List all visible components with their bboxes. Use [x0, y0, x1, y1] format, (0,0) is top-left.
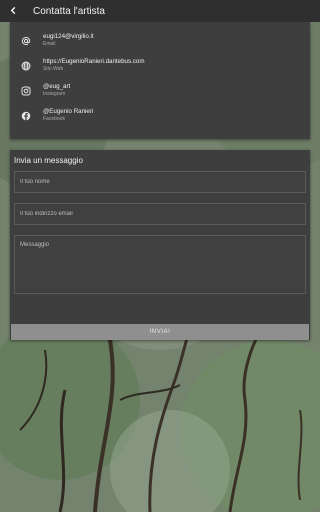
form-title: Invia un messaggio	[14, 156, 83, 165]
contact-instagram-value: @eug_art	[43, 83, 71, 91]
contact-row-instagram[interactable]: @eug_art Instagram	[10, 78, 310, 103]
contact-facebook-label: Facebook	[43, 115, 65, 122]
at-icon	[20, 35, 32, 47]
contact-row-website[interactable]: https://EugenioRanieri.dantebus.com Sito…	[10, 53, 310, 78]
contact-website-value: https://EugenioRanieri.dantebus.com	[43, 58, 145, 66]
instagram-icon	[20, 85, 32, 97]
page-title: Contatta l'artista	[33, 5, 105, 17]
facebook-icon	[20, 110, 32, 122]
email-input[interactable]	[14, 203, 306, 225]
message-form-card: Invia un messaggio	[10, 150, 310, 340]
globe-icon	[20, 60, 32, 72]
arrow-left-icon	[9, 2, 18, 20]
contact-facebook-value: @Eugenio Ranieri	[43, 108, 94, 116]
contact-email-value: eugi124@virgilio.it	[43, 33, 94, 41]
name-input[interactable]	[14, 171, 306, 193]
contact-row-email[interactable]: eugi124@virgilio.it Email	[10, 28, 310, 53]
message-textarea[interactable]	[14, 235, 306, 294]
send-button[interactable]: INVIA!	[11, 324, 309, 340]
top-app-bar: Contatta l'artista	[0, 0, 320, 22]
contact-website-label: Sito Web	[43, 65, 64, 72]
back-button[interactable]	[0, 0, 26, 22]
contact-instagram-label: Instagram	[43, 90, 66, 97]
contact-email-label: Email	[43, 40, 56, 47]
contact-row-facebook[interactable]: @Eugenio Ranieri Facebook	[10, 103, 310, 128]
contact-info-card: eugi124@virgilio.it Email https://Eugeni…	[10, 22, 310, 139]
